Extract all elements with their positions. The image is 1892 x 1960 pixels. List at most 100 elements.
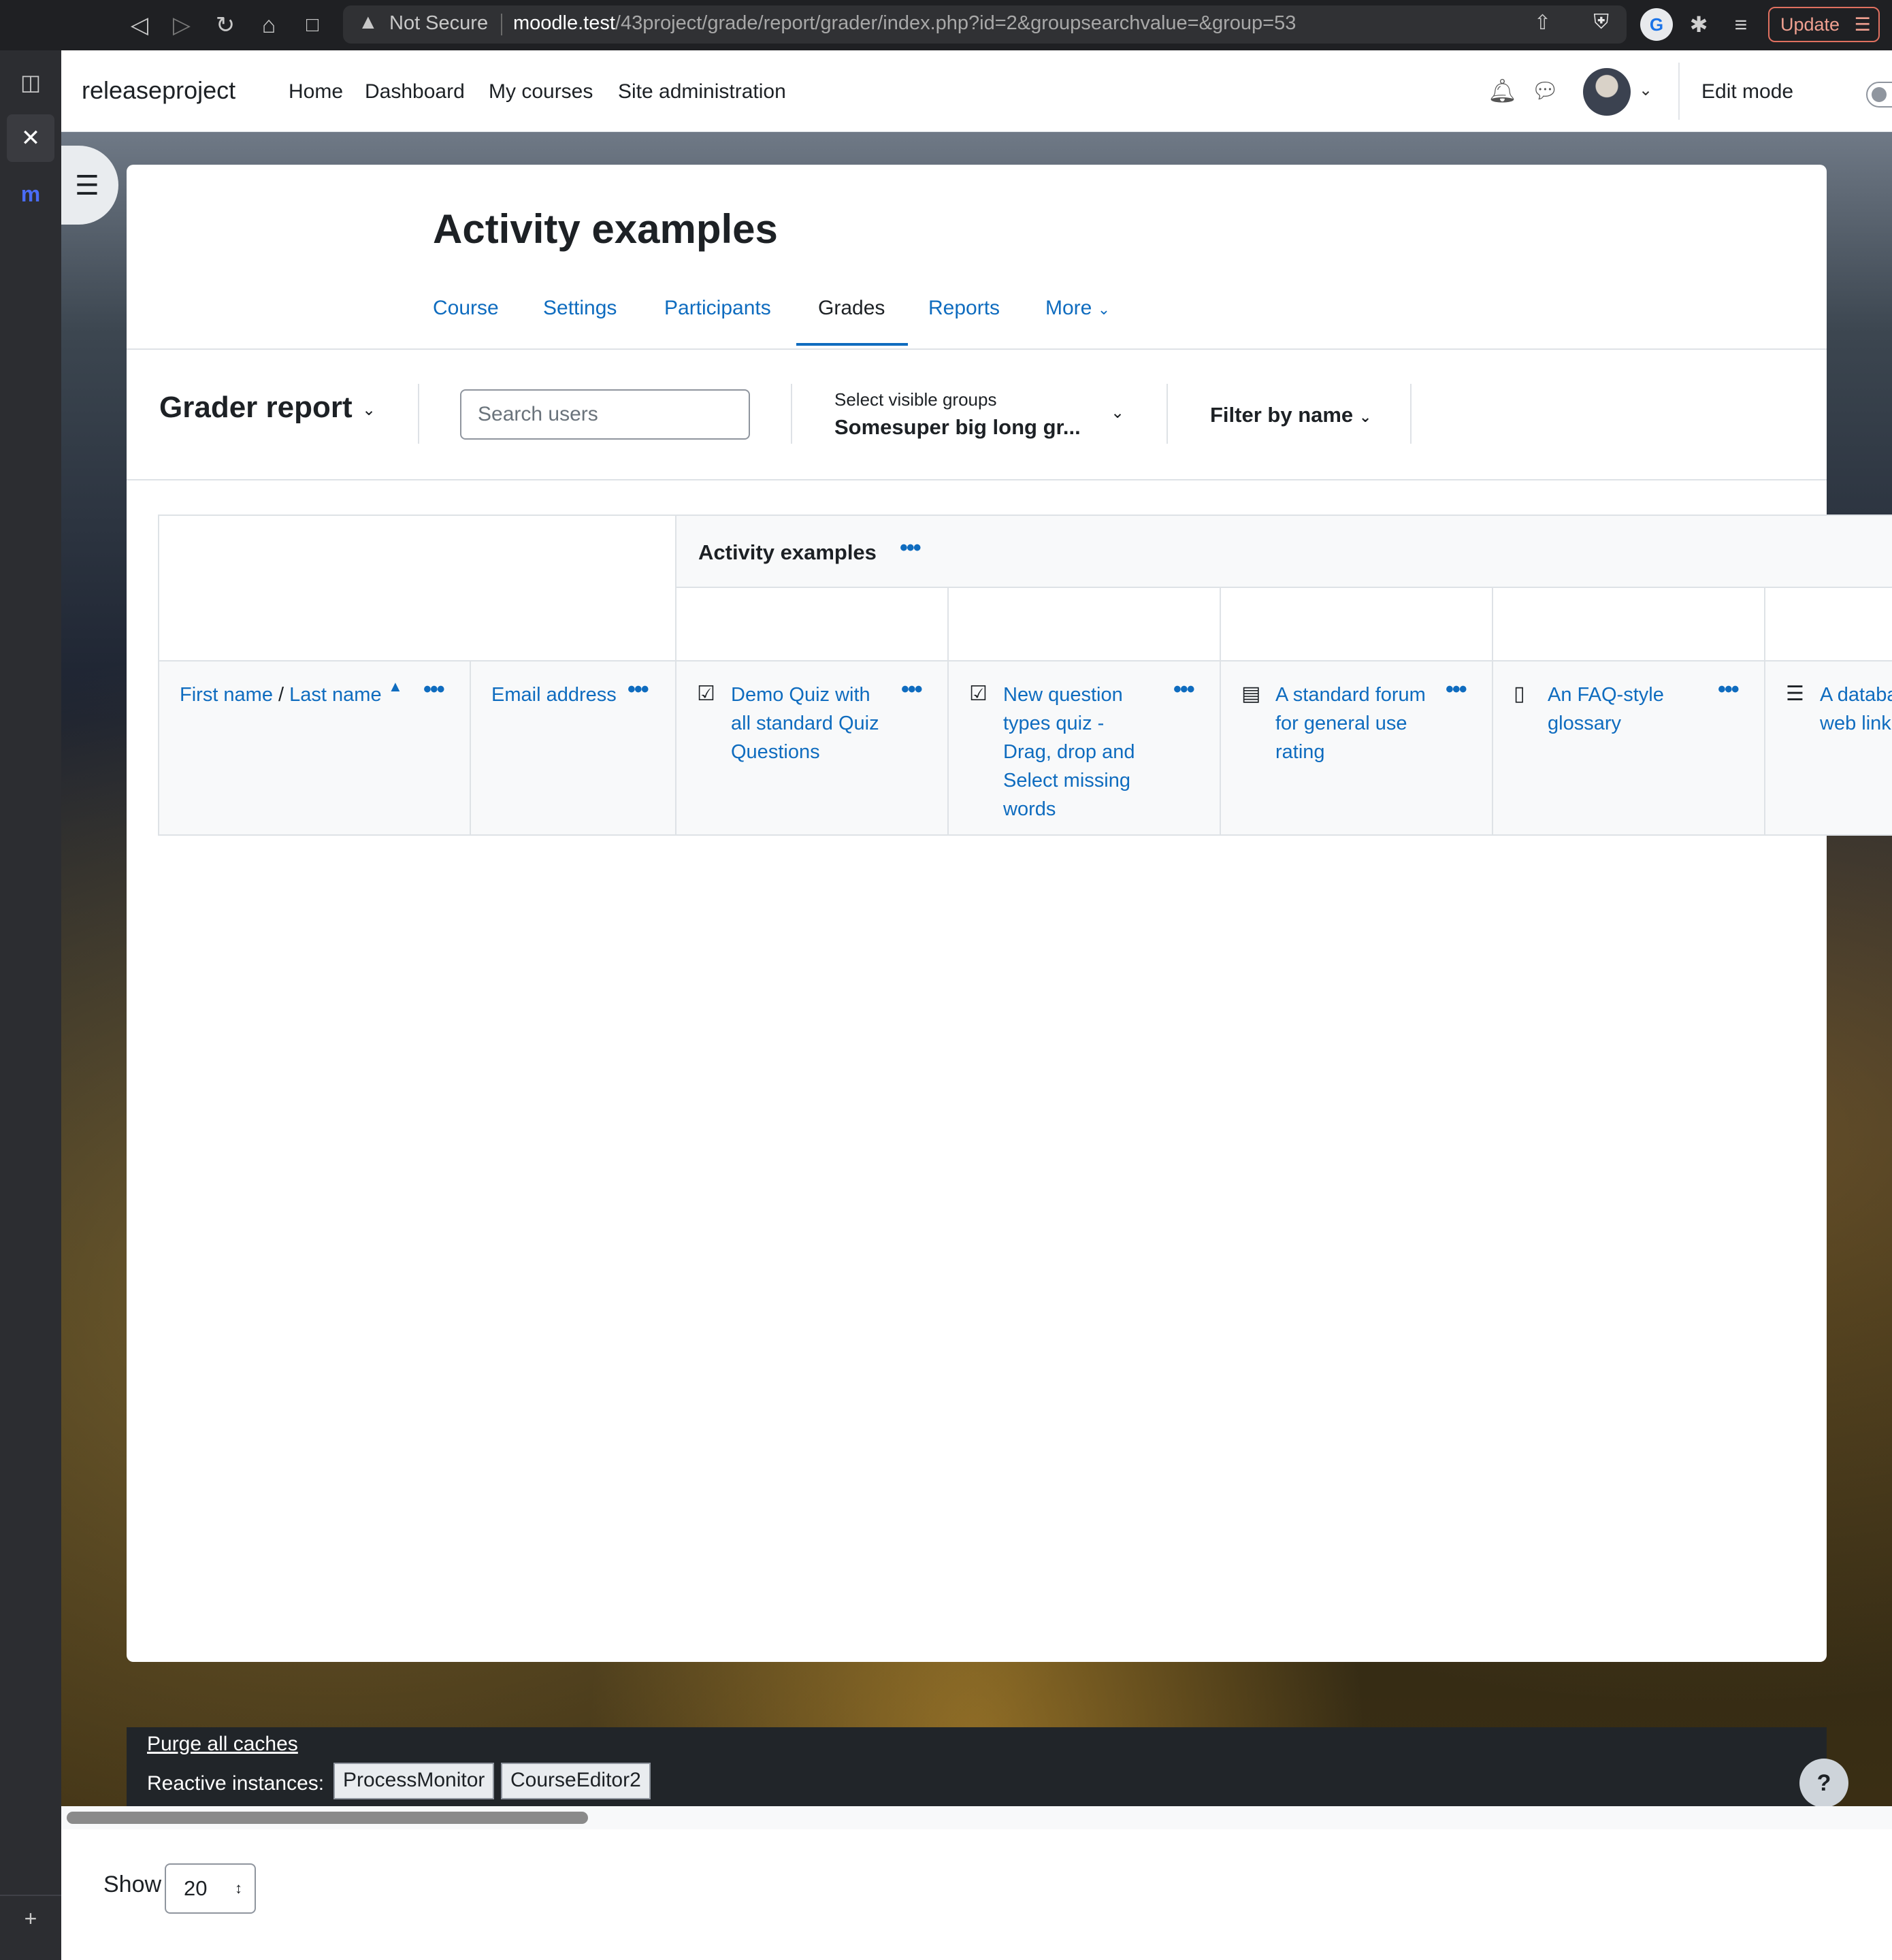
navbar-divider bbox=[1678, 63, 1680, 120]
toolbar-divider bbox=[791, 384, 792, 444]
back-icon[interactable]: ◁ bbox=[124, 10, 155, 41]
chevron-down-icon[interactable]: ⌄ bbox=[1111, 403, 1124, 423]
process-monitor-button[interactable]: ProcessMonitor bbox=[333, 1763, 495, 1799]
debug-footer: Purge all caches Reactive instances: Pro… bbox=[127, 1727, 1827, 1808]
name-actions-icon[interactable]: ••• bbox=[423, 676, 445, 703]
avatar[interactable] bbox=[1583, 68, 1631, 116]
column-header-activity: ▤ A standard forum for general use ratin… bbox=[1220, 660, 1493, 836]
tab-settings[interactable]: Settings bbox=[543, 297, 617, 320]
tab-reports[interactable]: Reports bbox=[928, 297, 1000, 320]
activity-name-line: A databa bbox=[1820, 684, 1892, 706]
header-spacer-cell bbox=[947, 587, 1221, 662]
activity-link[interactable]: A databa web link bbox=[1820, 681, 1892, 738]
translate-extension-icon[interactable]: G bbox=[1640, 8, 1673, 41]
activity-name-line: types quiz - bbox=[1003, 713, 1105, 734]
menu-icon: ☰ bbox=[1854, 14, 1871, 35]
activity-actions-icon[interactable]: ••• bbox=[1446, 676, 1467, 703]
nav-home[interactable]: Home bbox=[289, 80, 343, 103]
bookmark-icon[interactable]: □ bbox=[297, 10, 328, 41]
nav-dashboard[interactable]: Dashboard bbox=[365, 80, 465, 103]
grader-table: Activity examples ••• First name / Last … bbox=[158, 514, 1892, 836]
address-bar[interactable]: ▲ Not Secure moodle.test/43project/grade… bbox=[343, 5, 1627, 44]
category-actions-icon[interactable]: ••• bbox=[900, 535, 921, 561]
activity-actions-icon[interactable]: ••• bbox=[1173, 676, 1195, 703]
tab-more-label: More bbox=[1045, 297, 1092, 319]
toolbar-divider bbox=[1167, 384, 1168, 444]
column-header-activity: ☰ A databa web link bbox=[1764, 660, 1892, 836]
url-host: moodle.test bbox=[513, 12, 615, 34]
site-brand[interactable]: releaseproject bbox=[82, 76, 235, 105]
notifications-bell-icon[interactable]: 🔔︎ bbox=[1488, 78, 1517, 105]
close-icon[interactable]: ✕ bbox=[7, 114, 54, 162]
header-spacer-cell bbox=[675, 587, 949, 662]
tab-course[interactable]: Course bbox=[433, 297, 499, 320]
activity-name-line: Questions bbox=[731, 741, 820, 763]
site-navbar: releaseproject Home Dashboard My courses… bbox=[61, 50, 1892, 132]
update-label: Update bbox=[1780, 14, 1840, 35]
tab-grades[interactable]: Grades bbox=[818, 297, 885, 320]
nav-site-administration[interactable]: Site administration bbox=[618, 80, 786, 103]
share-icon[interactable]: ⇧ bbox=[1534, 11, 1551, 35]
paging-bar: Show 20 ↕ bbox=[61, 1829, 1892, 1960]
header-spacer-cell bbox=[1220, 587, 1493, 662]
edit-mode-toggle[interactable] bbox=[1866, 82, 1892, 108]
activity-link[interactable]: A standard forum for general use rating bbox=[1275, 681, 1426, 766]
activity-link[interactable]: Demo Quiz with all standard Quiz Questio… bbox=[731, 681, 879, 766]
email-column-link[interactable]: Email address bbox=[491, 681, 617, 709]
reading-list-icon[interactable]: ≡ bbox=[1725, 8, 1757, 41]
first-name-link[interactable]: First name bbox=[180, 684, 273, 706]
email-actions-icon[interactable]: ••• bbox=[627, 676, 649, 703]
url-path: /43project/grade/report/grader/index.php… bbox=[615, 12, 1296, 34]
per-page-select[interactable]: 20 ↕ bbox=[165, 1863, 256, 1914]
per-page-value: 20 bbox=[184, 1876, 208, 1900]
chevron-down-icon: ⌄ bbox=[1358, 408, 1372, 425]
chevron-down-icon[interactable]: ⌄ bbox=[1639, 80, 1652, 100]
update-button[interactable]: Update ☰ bbox=[1768, 7, 1880, 42]
add-icon[interactable]: + bbox=[14, 1901, 48, 1936]
search-users-input[interactable]: Search users bbox=[460, 389, 750, 440]
course-editor-button[interactable]: CourseEditor2 bbox=[501, 1763, 651, 1799]
activity-link[interactable]: New question types quiz - Drag, drop and… bbox=[1003, 681, 1135, 823]
filter-by-name-label: Filter by name bbox=[1210, 403, 1354, 427]
horizontal-scrollbar[interactable] bbox=[61, 1806, 1892, 1829]
brave-shield-icon[interactable]: ⛨ bbox=[1594, 11, 1610, 34]
activity-name-line: A standard forum bbox=[1275, 684, 1426, 706]
column-header-activity: ☑ New question types quiz - Drag, drop a… bbox=[947, 660, 1221, 836]
show-label: Show bbox=[103, 1872, 162, 1897]
forward-icon[interactable]: ▷ bbox=[166, 10, 197, 41]
nav-my-courses[interactable]: My courses bbox=[489, 80, 593, 103]
activity-link[interactable]: An FAQ-style glossary bbox=[1548, 681, 1664, 738]
last-name-link[interactable]: Last name bbox=[289, 684, 381, 706]
chevron-down-icon[interactable]: ⌄ bbox=[362, 400, 376, 420]
sidebar-panel-icon[interactable]: ◫ bbox=[14, 65, 48, 99]
activity-name-line: web link bbox=[1820, 713, 1891, 734]
groups-selector-value[interactable]: Somesuper big long gr... bbox=[834, 415, 1081, 440]
tab-more[interactable]: More ⌄ bbox=[1045, 297, 1110, 320]
purge-caches-link[interactable]: Purge all caches bbox=[147, 1733, 298, 1756]
tab-participants[interactable]: Participants bbox=[664, 297, 771, 320]
browser-toolbar: ◁ ▷ ↻ ⌂ □ ▲ Not Secure moodle.test/43pro… bbox=[0, 0, 1892, 50]
sidebar-divider bbox=[0, 1895, 61, 1896]
toolbar-divider bbox=[1410, 384, 1412, 444]
activity-actions-icon[interactable]: ••• bbox=[901, 676, 923, 703]
activity-actions-icon[interactable]: ••• bbox=[1718, 676, 1740, 703]
toolbar-divider bbox=[418, 384, 419, 444]
activity-name-line: all standard Quiz bbox=[731, 713, 879, 734]
select-arrows-icon: ↕ bbox=[235, 1880, 242, 1897]
activity-name-line: rating bbox=[1275, 741, 1325, 763]
main-content-card: Activity examples Course Settings Partic… bbox=[127, 165, 1827, 1662]
sort-by-name[interactable]: First name / Last name bbox=[180, 681, 382, 709]
page-title: Activity examples bbox=[433, 206, 778, 252]
scrollbar-thumb[interactable] bbox=[67, 1812, 588, 1824]
edit-mode-label: Edit mode bbox=[1701, 80, 1794, 103]
home-icon[interactable]: ⌂ bbox=[253, 10, 284, 41]
tabs-divider bbox=[127, 348, 1827, 350]
moodle-app-icon[interactable]: m bbox=[14, 177, 48, 211]
help-button[interactable]: ? bbox=[1799, 1759, 1848, 1808]
report-selector[interactable]: Grader report bbox=[159, 391, 353, 425]
filter-by-name-button[interactable]: Filter by name ⌄ bbox=[1210, 403, 1371, 427]
messages-icon[interactable]: 💬︎ bbox=[1531, 78, 1559, 103]
activity-name-line: Demo Quiz with bbox=[731, 684, 870, 706]
extensions-icon[interactable]: ✱ bbox=[1682, 8, 1715, 41]
reload-icon[interactable]: ↻ bbox=[210, 10, 241, 41]
